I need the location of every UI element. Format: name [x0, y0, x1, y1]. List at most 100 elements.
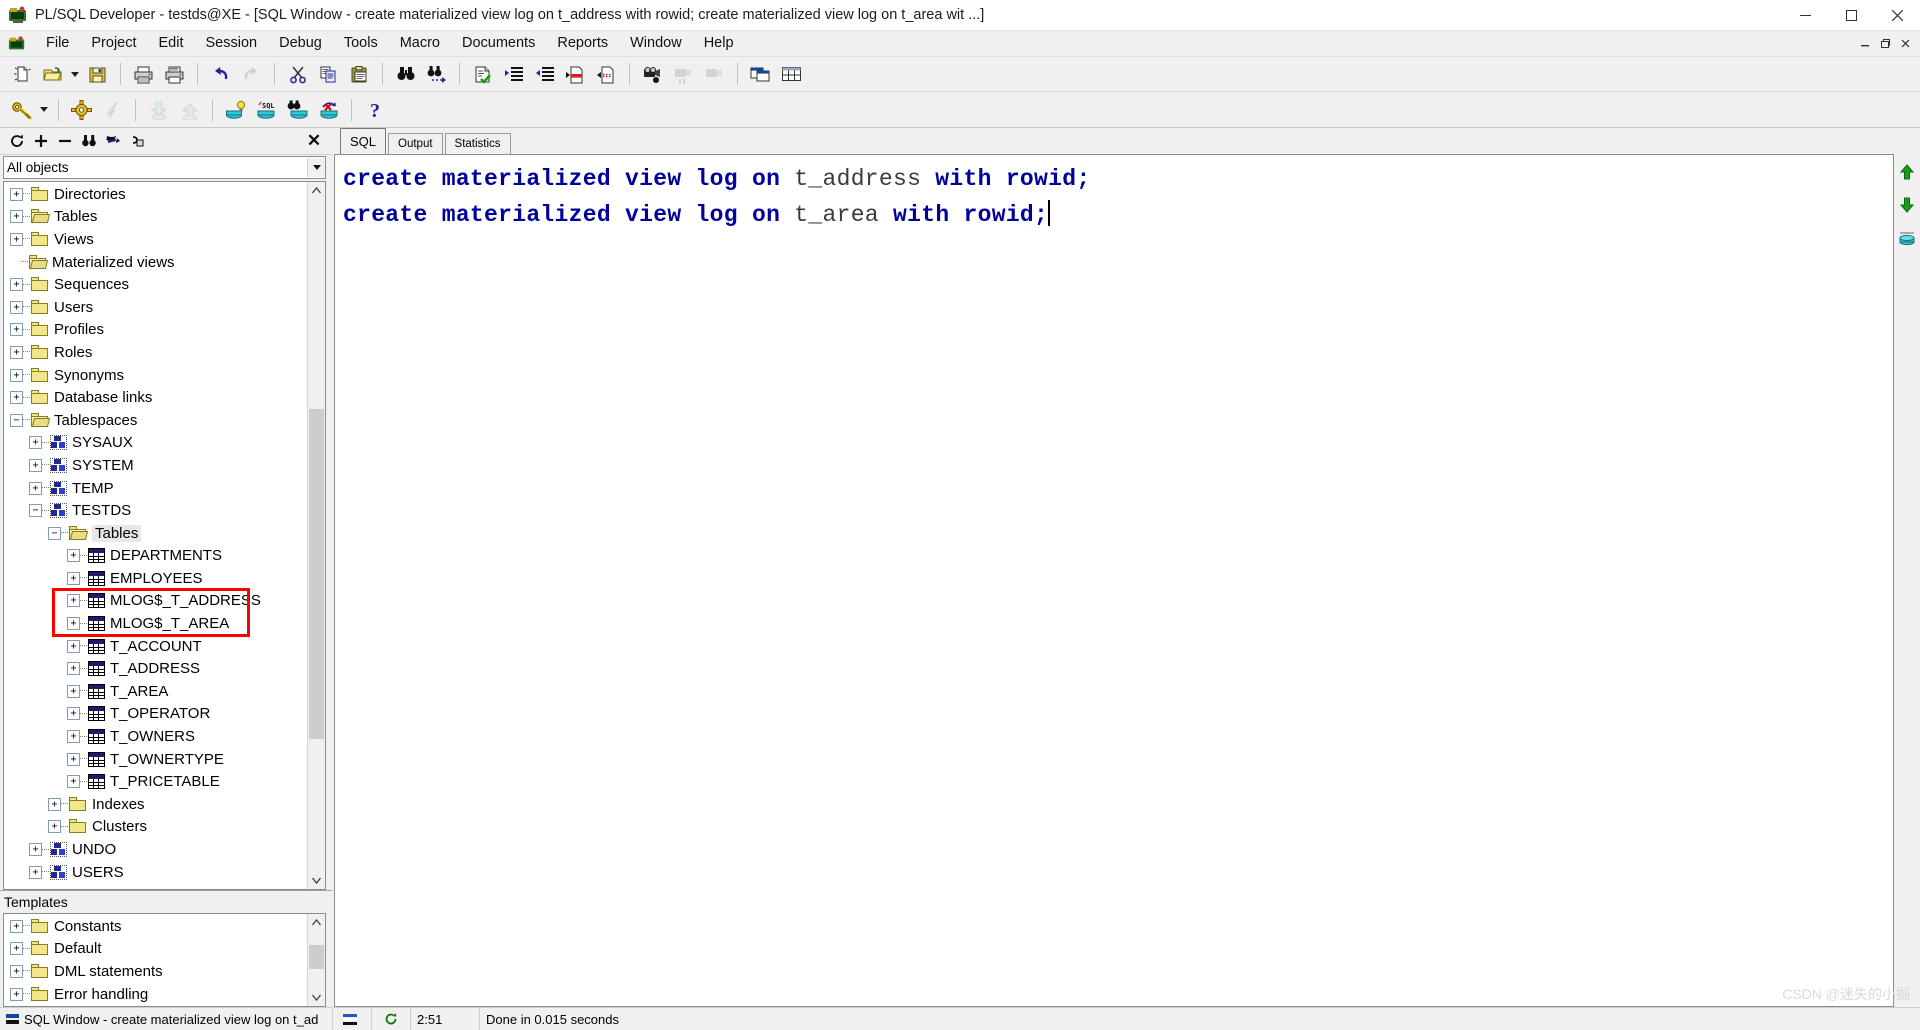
uncomment-icon[interactable]	[591, 60, 622, 88]
scroll-to-bottom-icon[interactable]	[1896, 195, 1918, 215]
rollback-icon[interactable]	[174, 96, 205, 124]
expand-node-icon[interactable]: +	[67, 775, 80, 789]
refresh-icon[interactable]	[6, 130, 28, 152]
new-icon[interactable]	[6, 60, 37, 88]
mdi-restore-button[interactable]	[1876, 35, 1894, 53]
help-question-icon[interactable]: ?	[359, 96, 390, 124]
find-object-icon[interactable]	[78, 130, 100, 152]
tree-node-undo[interactable]: + UNDO	[4, 838, 307, 861]
tree-node-t-owners[interactable]: + T_OWNERS	[4, 725, 307, 748]
expand-node-icon[interactable]: +	[29, 481, 42, 495]
menu-item-session[interactable]: Session	[195, 31, 269, 56]
tab-output[interactable]: Output	[388, 133, 443, 154]
expand-node-icon[interactable]: +	[10, 942, 23, 956]
menu-item-window[interactable]: Window	[619, 31, 693, 56]
tree-node-roles[interactable]: + Roles	[4, 341, 307, 364]
expand-node-icon[interactable]: +	[67, 662, 80, 676]
expand-node-icon[interactable]: +	[67, 571, 80, 585]
expand-node-icon[interactable]: +	[10, 345, 23, 359]
tree-node-views[interactable]: + Views	[4, 228, 307, 251]
expand-node-icon[interactable]: +	[10, 368, 23, 382]
tree-node-synonyms[interactable]: + Synonyms	[4, 364, 307, 387]
expand-node-icon[interactable]: +	[10, 987, 23, 1001]
document-system-menu-icon[interactable]	[8, 35, 26, 53]
expand-node-icon[interactable]: +	[67, 594, 80, 608]
object-filter-combobox[interactable]: All objects	[3, 156, 326, 179]
save-floppy-icon[interactable]	[82, 60, 113, 88]
menu-item-help[interactable]: Help	[693, 31, 745, 56]
tab-sql[interactable]: SQL	[340, 128, 387, 154]
find-next-icon[interactable]	[421, 60, 452, 88]
redo-arrow-icon[interactable]	[236, 60, 267, 88]
expand-node-icon[interactable]: +	[10, 278, 23, 292]
cut-scissors-icon[interactable]	[282, 60, 313, 88]
tree-node-t-pricetable[interactable]: + T_PRICETABLE	[4, 770, 307, 793]
tab-statistics[interactable]: Statistics	[444, 133, 511, 154]
menu-item-edit[interactable]: Edit	[148, 31, 195, 56]
close-button[interactable]	[1874, 0, 1920, 30]
expand-node-icon[interactable]: +	[10, 232, 23, 246]
tree-node-t-area[interactable]: + T_AREA	[4, 680, 307, 703]
macro-library-icon[interactable]	[699, 60, 730, 88]
mdi-minimize-button[interactable]	[1856, 35, 1874, 53]
minimize-button[interactable]	[1782, 0, 1828, 30]
expand-all-icon[interactable]	[30, 130, 52, 152]
print-icon[interactable]	[128, 60, 159, 88]
expand-node-icon[interactable]: +	[10, 323, 23, 337]
expand-node-icon[interactable]: +	[10, 300, 23, 314]
tree-node-clusters[interactable]: + Clusters	[4, 816, 307, 839]
login-key-icon[interactable]	[6, 96, 37, 124]
mdi-close-button[interactable]	[1896, 35, 1914, 53]
commit-icon[interactable]	[143, 96, 174, 124]
templates-scroll-thumb[interactable]	[309, 945, 324, 969]
menu-item-documents[interactable]: Documents	[451, 31, 546, 56]
tree-node-profiles[interactable]: + Profiles	[4, 319, 307, 342]
templates-tree[interactable]: + Constants + Default + DML statements + Error …	[4, 914, 307, 1006]
tree-node-t-account[interactable]: + T_ACCOUNT	[4, 635, 307, 658]
expand-node-icon[interactable]: +	[10, 919, 23, 933]
sql-editor[interactable]: create materialized view log on t_addres…	[334, 154, 1894, 1007]
tree-node-database-links[interactable]: + Database links	[4, 386, 307, 409]
tree-node-tablespaces[interactable]: − Tablespaces	[4, 409, 307, 432]
tree-node-temp[interactable]: + TEMP	[4, 477, 307, 500]
menu-item-macro[interactable]: Macro	[389, 31, 451, 56]
tree-node-t-operator[interactable]: + T_OPERATOR	[4, 703, 307, 726]
expand-node-icon[interactable]: +	[48, 797, 61, 811]
find-database-object-icon[interactable]	[282, 96, 313, 124]
status-window-name[interactable]: SQL Window - create materialized view lo…	[0, 1008, 333, 1030]
menu-item-project[interactable]: Project	[80, 31, 147, 56]
scroll-to-top-icon[interactable]	[1896, 162, 1918, 182]
expand-node-icon[interactable]: +	[67, 639, 80, 653]
copy-icon[interactable]	[313, 60, 344, 88]
menu-item-tools[interactable]: Tools	[333, 31, 389, 56]
tree-node-indexes[interactable]: + Indexes	[4, 793, 307, 816]
tree-scrollbar[interactable]	[307, 182, 325, 889]
status-refresh[interactable]	[372, 1008, 411, 1030]
open-folder-icon[interactable]	[37, 60, 68, 88]
tree-node-sysaux[interactable]: + SYSAUX	[4, 432, 307, 455]
indent-increase-icon[interactable]	[498, 60, 529, 88]
expand-node-icon[interactable]: +	[10, 210, 23, 224]
collapse-node-icon[interactable]: −	[29, 504, 42, 518]
explain-plan-icon[interactable]	[220, 96, 251, 124]
organize-icon[interactable]	[126, 130, 148, 152]
tree-node-directories[interactable]: + Directories	[4, 183, 307, 206]
tree-node-system[interactable]: + SYSTEM	[4, 454, 307, 477]
session-gear-icon[interactable]	[66, 96, 97, 124]
tree-node-testds[interactable]: − TESTDS	[4, 499, 307, 522]
menu-item-file[interactable]: File	[35, 31, 80, 56]
play-macro-icon[interactable]	[668, 60, 699, 88]
expand-node-icon[interactable]: +	[10, 391, 23, 405]
scroll-up-icon[interactable]	[308, 182, 325, 199]
template-node-constants[interactable]: + Constants	[4, 915, 307, 938]
scroll-down-icon[interactable]	[308, 872, 325, 889]
collapse-node-icon[interactable]: −	[48, 526, 61, 540]
syntax-check-icon[interactable]	[467, 60, 498, 88]
comment-icon[interactable]	[560, 60, 591, 88]
object-tree[interactable]: + Directories + Tables + Views Materialized vi…	[4, 182, 307, 889]
recompile-invalid-icon[interactable]	[313, 96, 344, 124]
tree-node-departments[interactable]: + DEPARTMENTS	[4, 545, 307, 568]
collapse-all-icon[interactable]	[54, 130, 76, 152]
login-dropdown-arrow-icon[interactable]	[37, 96, 51, 124]
expand-node-icon[interactable]: +	[67, 752, 80, 766]
